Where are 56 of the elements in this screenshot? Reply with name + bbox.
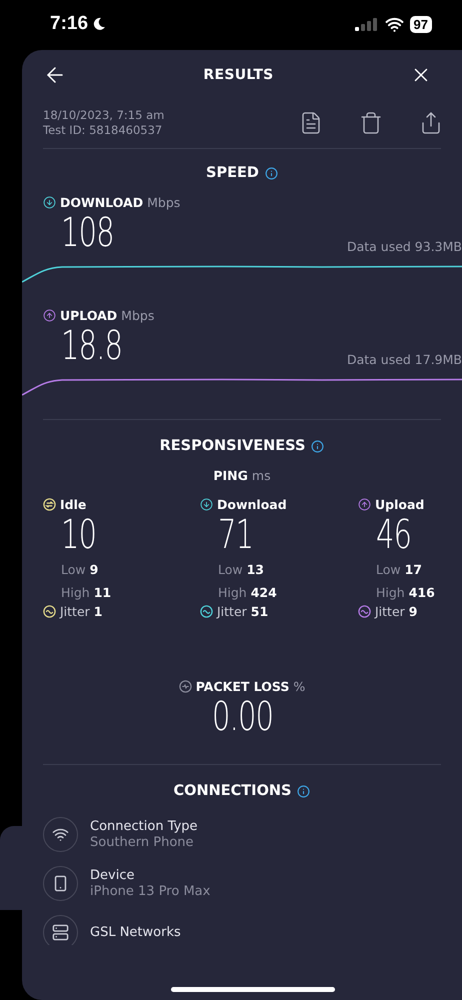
metric-value: 108	[61, 210, 114, 256]
battery-indicator: 97	[410, 16, 432, 32]
screen-title: RESULTS	[203, 67, 274, 83]
metric-value: 18.8	[61, 323, 122, 369]
section-title: RESPONSIVENESS	[160, 438, 306, 454]
download-icon	[43, 196, 56, 209]
metric-unit: Mbps	[121, 308, 154, 323]
jitter-value: Jitter 1	[60, 604, 102, 619]
ping-label: PING	[213, 468, 248, 483]
connection-value: Southern Phone	[90, 834, 195, 850]
ping-unit: ms	[252, 468, 271, 483]
ping-high: High 11	[61, 584, 112, 602]
upload-icon	[43, 309, 56, 322]
upload-icon	[358, 498, 371, 511]
metric-unit: Mbps	[147, 195, 180, 210]
packet-loss-unit: %	[293, 679, 306, 694]
packet-loss-label: PACKET LOSS	[196, 679, 290, 694]
section-title: SPEED	[206, 165, 259, 181]
connection-label: Device	[90, 868, 136, 884]
phone-icon	[52, 875, 69, 892]
ping-value: 71	[218, 512, 254, 558]
metric-label: DOWNLOAD	[60, 195, 144, 210]
wifi-icon	[52, 826, 69, 843]
status-time: 7:16	[50, 13, 88, 35]
jitter-value: Jitter 51	[217, 604, 268, 619]
ping-column-label: Upload	[375, 497, 424, 512]
ping-high: High 424	[218, 584, 278, 602]
ping-low: Low 17	[376, 561, 424, 579]
info-icon[interactable]	[297, 784, 310, 798]
download-icon	[200, 498, 213, 511]
metric-label: UPLOAD	[60, 308, 118, 323]
ping-column-label: Idle	[60, 497, 86, 512]
info-icon[interactable]	[311, 440, 324, 452]
ping-value: 10	[61, 512, 96, 558]
info-icon[interactable]	[264, 166, 278, 180]
connection-label: GSL Networks	[90, 924, 181, 940]
connection-label: Connection Type	[90, 818, 198, 834]
ping-high: High 416	[376, 584, 436, 602]
data-used: Data used 93.3MB	[346, 239, 462, 256]
connection-value: iPhone 13 Pro Max	[90, 884, 210, 900]
ping-value: 46	[376, 512, 412, 558]
ping-low: Low 9	[61, 561, 100, 579]
section-title: CONNECTIONS	[174, 783, 292, 799]
moon-icon	[92, 17, 106, 31]
packet-loss-value: 0.00	[212, 694, 274, 740]
test-id: Test ID: 5818460537	[43, 123, 164, 138]
delete-button[interactable]	[359, 111, 383, 135]
jitter-value: Jitter 9	[375, 604, 418, 619]
data-used: Data used 17.9MB	[346, 352, 462, 369]
arrows-circle-icon	[43, 498, 56, 511]
device-icon	[52, 924, 69, 941]
ping-column-label: Download	[217, 497, 287, 512]
packet-loss-icon	[178, 680, 192, 693]
test-date: 18/10/2023, 7:15 am	[43, 108, 166, 123]
ping-low: Low 13	[218, 561, 266, 579]
signal-icon	[354, 18, 377, 30]
